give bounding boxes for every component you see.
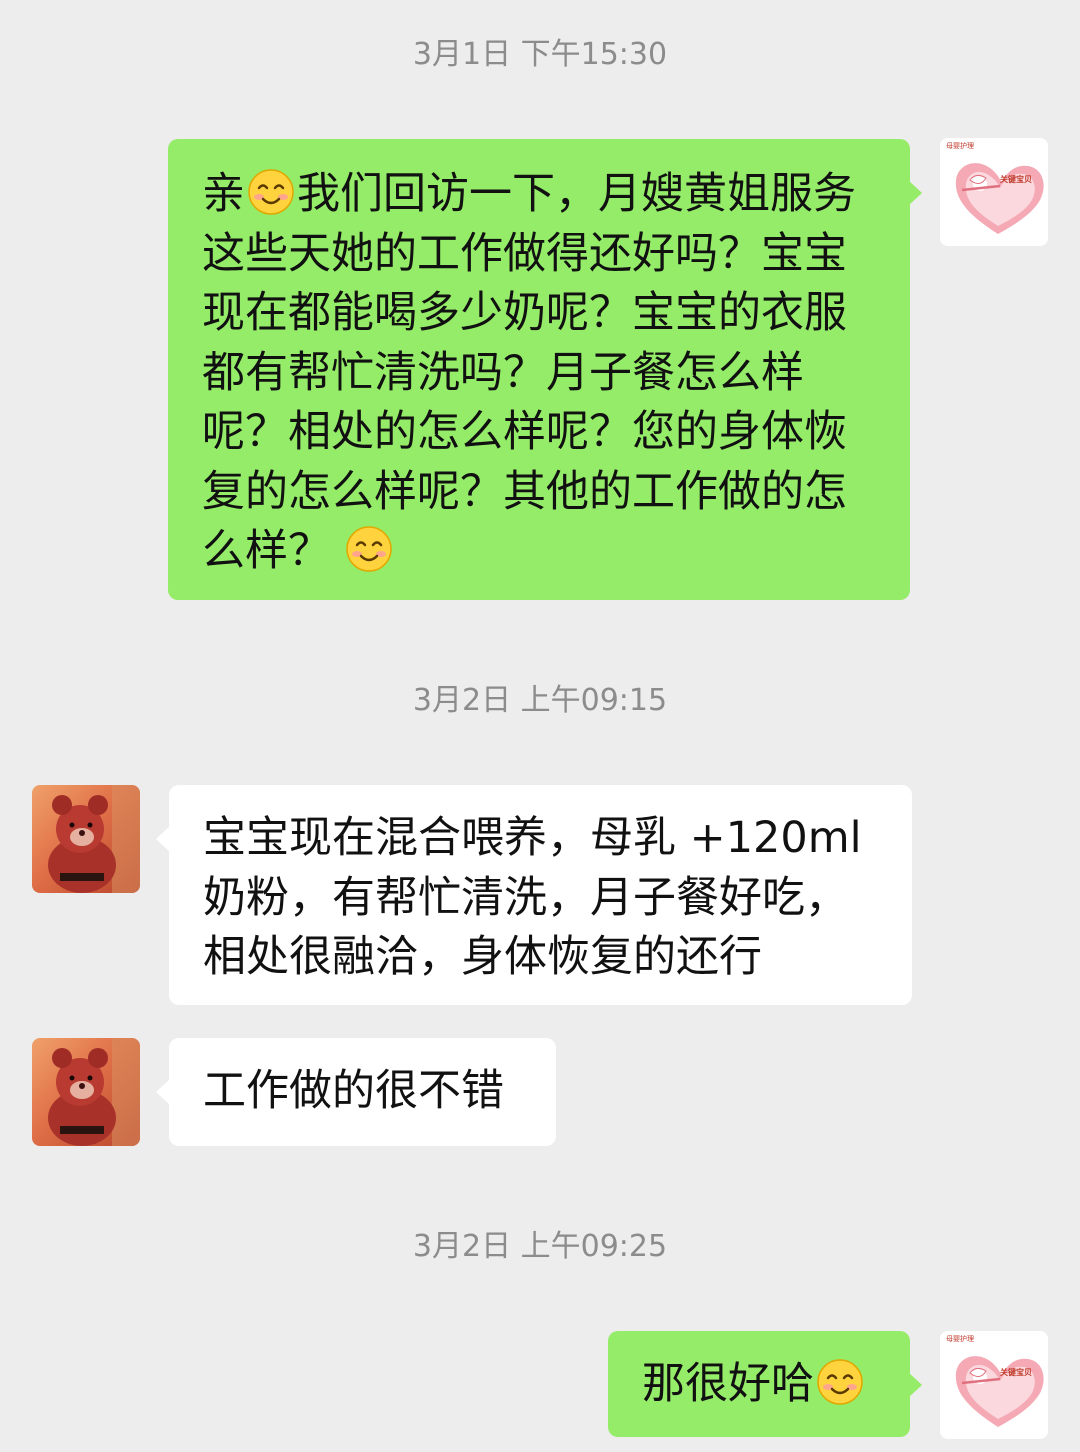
bubble-tail (156, 1079, 170, 1105)
timestamp: 3月2日 上午09:25 (412, 1229, 668, 1264)
heart-cupid-logo-icon (940, 1331, 1048, 1439)
self-avatar[interactable]: 母婴护理 (940, 138, 1048, 246)
smile-emoji-icon (816, 1358, 864, 1406)
message-text: 工作做的很不错 (203, 1066, 504, 1116)
teddy-bear-icon (48, 785, 140, 893)
contact-avatar[interactable] (32, 785, 140, 893)
message-bubble-incoming[interactable]: 工作做的很不错 (169, 1038, 556, 1146)
message-text: 宝宝现在混合喂养，母乳 +120ml奶粉，有帮忙清洗，月子餐好吃，相处很融洽，身… (203, 813, 862, 982)
heart-cupid-logo-icon (940, 138, 1048, 246)
message-text: 亲 (202, 169, 245, 219)
message-bubble-outgoing[interactable]: 亲我们回访一下，月嫂黄姐服务这些天她的工作做得还好吗？宝宝现在都能喝多少奶呢？宝… (168, 139, 910, 600)
avatar-label: 母婴护理 (946, 1335, 974, 1343)
smile-emoji-icon (247, 168, 295, 216)
message-text: 那很好哈 (642, 1359, 814, 1409)
self-avatar[interactable]: 母婴护理 (940, 1331, 1048, 1439)
smile-emoji-icon (345, 525, 393, 573)
teddy-bear-icon (48, 1038, 140, 1146)
contact-avatar[interactable] (32, 1038, 140, 1146)
bubble-tail (908, 1372, 922, 1398)
timestamp: 3月1日 下午15:30 (412, 37, 668, 72)
bubble-tail (156, 826, 170, 852)
message-bubble-incoming[interactable]: 宝宝现在混合喂养，母乳 +120ml奶粉，有帮忙清洗，月子餐好吃，相处很融洽，身… (169, 785, 912, 1005)
timestamp: 3月2日 上午09:15 (412, 683, 668, 718)
bubble-tail (908, 180, 922, 206)
message-text: 我们回访一下，月嫂黄姐服务这些天她的工作做得还好吗？宝宝现在都能喝多少奶呢？宝宝… (202, 169, 856, 576)
message-bubble-outgoing[interactable]: 那很好哈 (608, 1331, 910, 1437)
avatar-label: 母婴护理 (946, 142, 974, 150)
